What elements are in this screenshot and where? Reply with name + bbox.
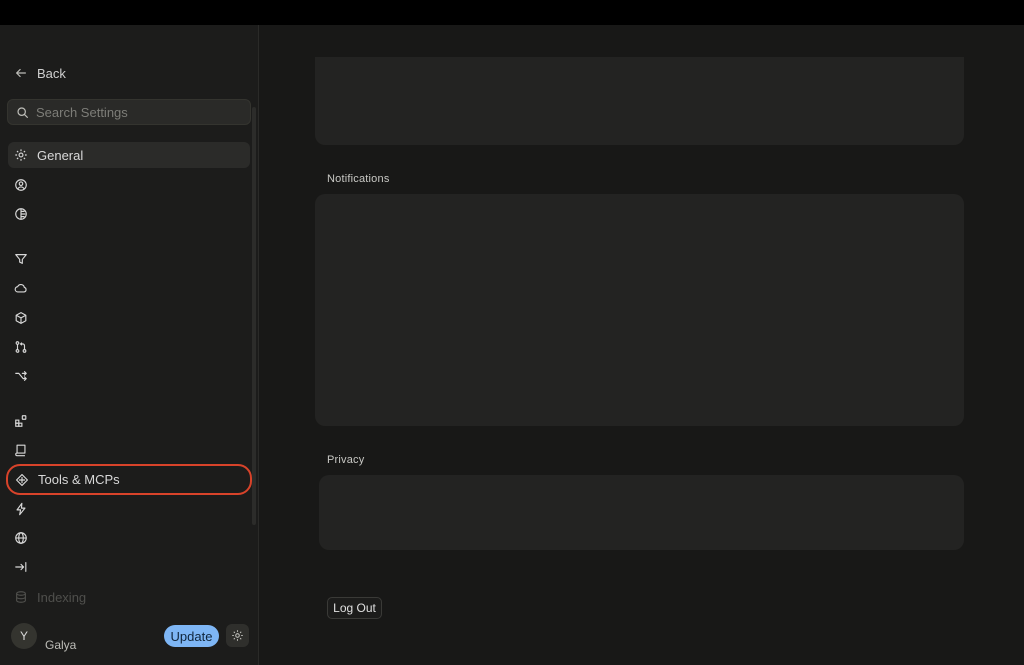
sidebar-item-import[interactable] — [8, 554, 250, 580]
avatar[interactable]: Y — [11, 623, 37, 649]
sidebar-item-label: Tools & MCPs — [38, 472, 120, 487]
tools-icon — [16, 473, 28, 486]
privacy-heading: Privacy — [327, 454, 365, 466]
sidebar-item-cloud[interactable] — [8, 275, 250, 301]
sidebar-item-label: General — [37, 147, 84, 163]
sidebar-item-pull-requests[interactable] — [8, 334, 250, 360]
privacy-panel — [319, 475, 964, 550]
user-profile[interactable]: Y Galya — [11, 623, 76, 652]
sidebar-scrollbar[interactable] — [252, 107, 256, 525]
sidebar-item-network[interactable] — [8, 525, 250, 551]
half-circle-icon — [15, 208, 27, 220]
back-label: Back — [37, 65, 66, 81]
globe-icon — [15, 532, 27, 544]
book-icon — [15, 444, 26, 457]
cloud-icon — [14, 284, 27, 293]
sidebar-item-filter[interactable] — [8, 246, 250, 272]
settings-sidebar: Back General — [0, 25, 259, 665]
arrow-to-line-icon — [15, 562, 27, 572]
filter-icon — [15, 254, 27, 264]
sidebar-item-hooks[interactable] — [8, 496, 250, 522]
sidebar-item-general[interactable]: General — [8, 142, 250, 168]
settings-content: Notifications Privacy Log Out — [259, 25, 1024, 665]
search-icon — [17, 106, 28, 118]
settings-button[interactable] — [226, 624, 249, 647]
gear-icon — [232, 630, 243, 641]
sidebar-item-apps[interactable] — [8, 408, 250, 434]
apps-icon — [15, 415, 27, 427]
user-name: Galya — [45, 638, 77, 652]
top-bar — [0, 0, 1024, 25]
sidebar-item-branch[interactable] — [8, 363, 250, 389]
sidebar-item-account[interactable] — [8, 172, 250, 198]
arrow-left-icon — [16, 68, 26, 78]
log-out-button[interactable]: Log Out — [327, 597, 382, 619]
git-pull-request-icon — [15, 341, 27, 353]
sidebar-item-docs[interactable] — [8, 437, 250, 463]
sidebar-item-models[interactable] — [8, 305, 250, 331]
lightning-icon — [16, 502, 26, 516]
cube-icon — [15, 312, 27, 324]
sidebar-item-theme[interactable] — [8, 201, 250, 227]
branch-icon — [15, 371, 27, 381]
update-button[interactable]: Update — [164, 625, 219, 647]
notifications-panel — [315, 194, 964, 426]
sidebar-item-indexing[interactable]: Indexing — [8, 584, 250, 610]
database-icon — [16, 591, 26, 603]
sidebar-item-tools-mcps[interactable]: Tools & MCPs — [6, 464, 252, 495]
notifications-heading: Notifications — [327, 173, 390, 185]
sidebar-item-label: Indexing — [37, 589, 87, 605]
search-input[interactable] — [36, 104, 236, 120]
gear-icon — [15, 149, 27, 161]
user-circle-icon — [15, 179, 27, 191]
search-box[interactable] — [7, 99, 251, 125]
back-button[interactable]: Back — [14, 64, 66, 82]
general-settings-panel — [315, 57, 964, 145]
